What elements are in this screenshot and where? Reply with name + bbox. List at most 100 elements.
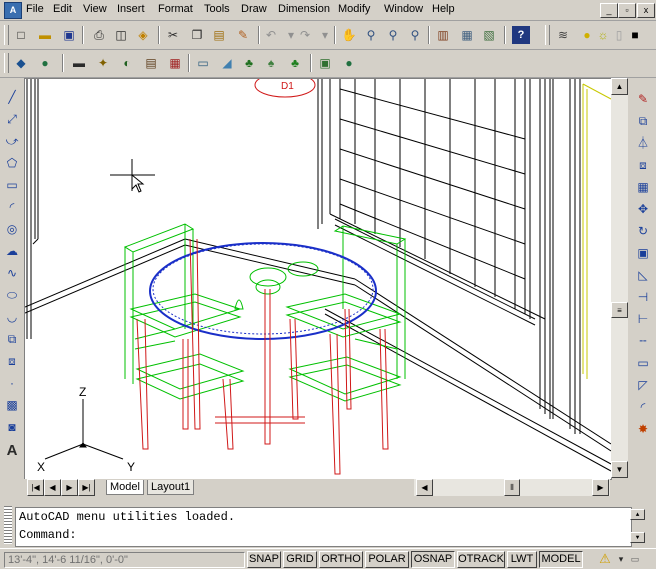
command-scroll-down-button[interactable]: ▼ xyxy=(630,532,645,543)
scale-icon[interactable]: ▣ xyxy=(634,244,652,262)
command-window-grip[interactable] xyxy=(4,506,12,544)
menu-window[interactable]: Window xyxy=(384,3,423,15)
help-icon[interactable]: ? xyxy=(512,26,530,44)
layer-manager-icon[interactable]: ≋ xyxy=(554,26,572,44)
render-icon[interactable]: ● xyxy=(36,54,54,72)
command-scroll-up-button[interactable]: ▲ xyxy=(630,509,645,520)
copy-icon[interactable]: ❐ xyxy=(188,26,206,44)
tray-settings-icon[interactable]: ▭ xyxy=(626,550,644,568)
scroll-left-button[interactable]: ◀ xyxy=(416,479,433,496)
background-icon[interactable]: ▭ xyxy=(194,54,212,72)
publish-icon[interactable]: ◈ xyxy=(134,26,152,44)
materials-library-icon[interactable]: ▤ xyxy=(142,54,160,72)
offset-icon[interactable]: ⧈ xyxy=(634,156,652,174)
arc-icon[interactable]: ◜ xyxy=(3,198,21,216)
rotate-icon[interactable]: ↻ xyxy=(634,222,652,240)
menu-format[interactable]: Format xyxy=(158,3,193,15)
mirror-icon[interactable]: ⏃ xyxy=(634,134,652,152)
toolbar-grip[interactable] xyxy=(545,25,550,45)
region-icon[interactable]: ◙ xyxy=(3,418,21,436)
paste-icon[interactable]: ▤ xyxy=(210,26,228,44)
menu-draw[interactable]: Draw xyxy=(241,3,267,15)
hatch-icon[interactable]: ▩ xyxy=(3,396,21,414)
zoom-window-icon[interactable]: ⚲ xyxy=(384,26,402,44)
menu-help[interactable]: Help xyxy=(432,3,455,15)
print-icon[interactable]: ⎙ xyxy=(90,26,108,44)
undo-icon[interactable]: ↶ xyxy=(262,26,280,44)
new-landscape-icon[interactable]: ♣ xyxy=(240,54,258,72)
restore-button[interactable]: ▫ xyxy=(618,3,636,18)
drawing-area[interactable]: D1 Z X Y xyxy=(24,78,612,480)
spline-icon[interactable]: ∿ xyxy=(3,264,21,282)
erase-icon[interactable]: ✎ xyxy=(634,90,652,108)
polar-toggle[interactable]: POLAR xyxy=(365,551,409,568)
scroll-right-button[interactable]: ▶ xyxy=(592,479,609,496)
chamfer-icon[interactable]: ◸ xyxy=(634,376,652,394)
line-icon[interactable]: ╱ xyxy=(3,88,21,106)
extend-icon[interactable]: ⊢ xyxy=(634,310,652,328)
stretch-icon[interactable]: ◺ xyxy=(634,266,652,284)
properties-icon[interactable]: ▥ xyxy=(434,26,452,44)
zoom-previous-icon[interactable]: ⚲ xyxy=(406,26,424,44)
osnap-toggle[interactable]: OSNAP xyxy=(411,551,455,568)
last-tab-button[interactable]: ▶| xyxy=(78,479,95,496)
ellipse-arc-icon[interactable]: ◡ xyxy=(3,308,21,326)
move-icon[interactable]: ✥ xyxy=(634,200,652,218)
redo-dropdown-icon[interactable]: ▾ xyxy=(316,26,334,44)
point-icon[interactable]: · xyxy=(3,374,21,392)
edit-landscape-icon[interactable]: ♠ xyxy=(262,54,280,72)
materials-icon[interactable]: ◐ xyxy=(118,54,136,72)
prev-tab-button[interactable]: ◀ xyxy=(44,479,61,496)
menu-dimension[interactable]: Dimension xyxy=(278,3,330,15)
open-icon[interactable]: ▬ xyxy=(36,26,54,44)
insert-block-icon[interactable]: ⧉ xyxy=(3,330,21,348)
command-window[interactable]: AutoCAD menu utilities loaded. Command: … xyxy=(15,507,645,547)
command-prompt[interactable]: Command: xyxy=(19,528,77,542)
ortho-toggle[interactable]: ORTHO xyxy=(319,551,363,568)
close-button[interactable]: x xyxy=(637,3,655,18)
snap-toggle[interactable]: SNAP xyxy=(247,551,281,568)
next-tab-button[interactable]: ▶ xyxy=(61,479,78,496)
circle-icon[interactable]: ◎ xyxy=(3,220,21,238)
copy-object-icon[interactable]: ⧉ xyxy=(634,112,652,130)
match-properties-icon[interactable]: ✎ xyxy=(234,26,252,44)
ellipse-icon[interactable]: ⬭ xyxy=(3,286,21,304)
menu-view[interactable]: View xyxy=(83,3,107,15)
revision-cloud-icon[interactable]: ☁ xyxy=(3,242,21,260)
model-toggle[interactable]: MODEL xyxy=(539,551,583,568)
hide-icon[interactable]: ◆ xyxy=(12,54,30,72)
tab-model[interactable]: Model xyxy=(106,480,144,495)
multiline-text-icon[interactable]: A xyxy=(3,442,21,460)
fillet-icon[interactable]: ◜ xyxy=(634,398,652,416)
zoom-realtime-icon[interactable]: ⚲ xyxy=(362,26,380,44)
autocad-app-icon[interactable]: A xyxy=(4,2,22,19)
lights-icon[interactable]: ✦ xyxy=(94,54,112,72)
make-block-icon[interactable]: ⧈ xyxy=(3,352,21,370)
trim-icon[interactable]: ⊣ xyxy=(634,288,652,306)
layer-color-icon[interactable]: ■ xyxy=(626,26,644,44)
polygon-icon[interactable]: ⬠ xyxy=(3,154,21,172)
toolbar-grip[interactable] xyxy=(4,25,9,45)
scenes-icon[interactable]: ▬ xyxy=(70,54,88,72)
menu-tools[interactable]: Tools xyxy=(204,3,230,15)
design-center-icon[interactable]: ▦ xyxy=(458,26,476,44)
cut-icon[interactable]: ✂ xyxy=(164,26,182,44)
mapping-icon[interactable]: ▦ xyxy=(166,54,184,72)
explode-icon[interactable]: ✸ xyxy=(634,420,652,438)
menu-insert[interactable]: Insert xyxy=(117,3,145,15)
menu-modify[interactable]: Modify xyxy=(338,3,370,15)
first-tab-button[interactable]: |◀ xyxy=(27,479,44,496)
vertical-scrollbar[interactable]: ▲ ≡ ▼ xyxy=(611,78,628,478)
grid-toggle[interactable]: GRID xyxy=(283,551,317,568)
rectangle-icon[interactable]: ▭ xyxy=(3,176,21,194)
otrack-toggle[interactable]: OTRACK xyxy=(457,551,505,568)
scroll-thumb-vertical[interactable]: ≡ xyxy=(611,302,628,318)
landscape-library-icon[interactable]: ♣ xyxy=(286,54,304,72)
join-icon[interactable]: ▭ xyxy=(634,354,652,372)
toolbar-grip[interactable] xyxy=(4,53,9,73)
menu-edit[interactable]: Edit xyxy=(53,3,72,15)
scroll-down-button[interactable]: ▼ xyxy=(611,461,628,478)
polyline-icon[interactable]: ⤻ xyxy=(3,132,21,150)
construction-line-icon[interactable]: ⤢ xyxy=(3,110,21,128)
scroll-thumb-horizontal[interactable]: ⦀ xyxy=(504,479,520,496)
